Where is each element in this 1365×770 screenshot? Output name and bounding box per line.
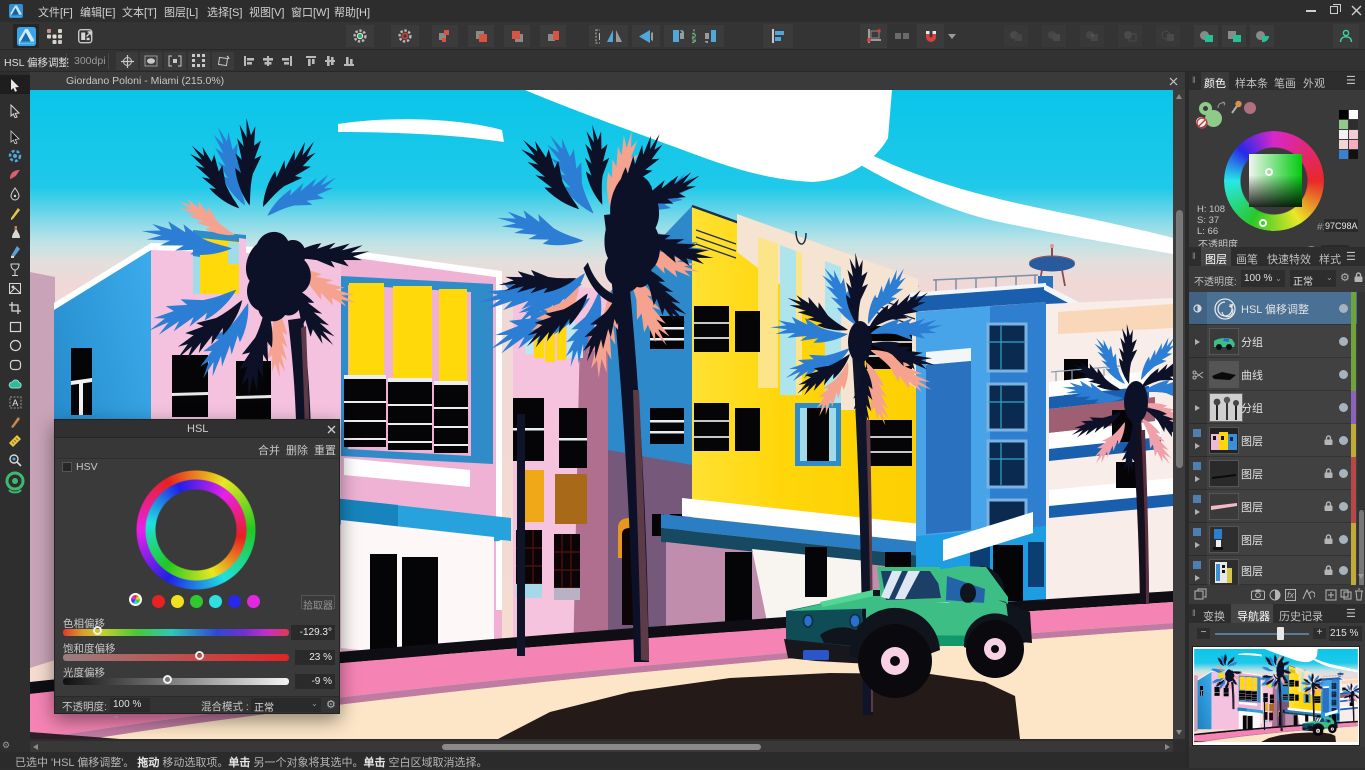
svg-text:A: A xyxy=(12,398,18,408)
